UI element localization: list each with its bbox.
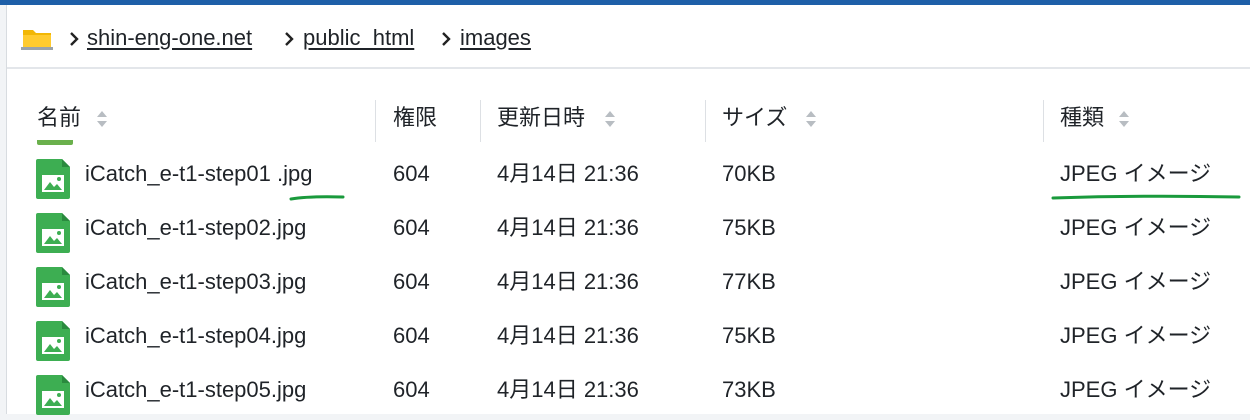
image-file-icon [36,213,70,253]
column-divider[interactable] [1043,100,1044,142]
file-size: 73KB [722,377,776,402]
file-permission: 604 [393,323,430,348]
column-divider[interactable] [480,100,481,142]
annotation-underline-extension [289,195,345,201]
image-file-icon [36,159,70,199]
table-row[interactable]: iCatch_e-t1-step03.jpg 604 4月14日 21:36 7… [7,258,1250,312]
table-row[interactable]: iCatch_e-t1-step04.jpg 604 4月14日 21:36 7… [7,312,1250,366]
file-name[interactable]: iCatch_e-t1-step05.jpg [85,375,306,405]
breadcrumb-item-shin-eng-one[interactable]: shin-eng-one.net [87,24,252,52]
file-permission: 604 [393,377,430,402]
column-header-size[interactable]: サイズ [722,100,787,136]
table-row[interactable]: iCatch_e-t1-step01 .jpg 604 4月14日 21:36 … [7,150,1250,204]
file-permission: 604 [393,215,430,240]
table-row[interactable]: iCatch_e-t1-step02.jpg 604 4月14日 21:36 7… [7,204,1250,258]
file-name[interactable]: iCatch_e-t1-step01 .jpg [85,159,312,189]
folder-icon[interactable] [21,25,53,51]
file-size: 75KB [722,215,776,240]
image-file-icon [36,267,70,307]
sort-icon[interactable] [604,109,616,129]
column-header-modified[interactable]: 更新日時 [497,100,585,136]
file-permission: 604 [393,161,430,186]
breadcrumb-item-images[interactable]: images [460,24,531,52]
column-header-type[interactable]: 種類 [1060,100,1104,136]
file-name[interactable]: iCatch_e-t1-step03.jpg [85,267,306,297]
sort-icon[interactable] [1118,109,1130,129]
file-permission: 604 [393,269,430,294]
file-type: JPEG イメージ [1060,215,1212,240]
column-header-name[interactable]: 名前 [37,100,81,136]
chevron-right-icon [70,32,79,46]
file-type: JPEG イメージ [1060,377,1212,402]
image-file-icon [36,375,70,415]
file-name[interactable]: iCatch_e-t1-step02.jpg [85,213,306,243]
image-file-icon [36,321,70,361]
table-row[interactable]: iCatch_e-t1-step05.jpg 604 4月14日 21:36 7… [7,366,1250,420]
file-modified: 4月14日 21:36 [497,377,639,402]
chevron-right-icon [285,32,294,46]
chevron-right-icon [442,32,451,46]
file-size: 70KB [722,161,776,186]
file-manager-panel: shin-eng-one.net public_html images 名前 権… [6,5,1250,415]
file-size: 77KB [722,269,776,294]
file-name[interactable]: iCatch_e-t1-step04.jpg [85,321,306,351]
column-header-permission[interactable]: 権限 [393,100,437,136]
annotation-underline-type [1051,194,1241,200]
file-modified: 4月14日 21:36 [497,215,639,240]
column-divider[interactable] [375,100,376,142]
file-type: JPEG イメージ [1060,269,1212,294]
table-header: 名前 権限 更新日時 サイズ 種類 [7,100,1250,146]
file-modified: 4月14日 21:36 [497,161,639,186]
file-modified: 4月14日 21:36 [497,269,639,294]
file-type: JPEG イメージ [1060,161,1212,186]
breadcrumb-item-public-html[interactable]: public_html [303,24,414,52]
breadcrumb: shin-eng-one.net public_html images [7,5,1250,69]
sort-icon[interactable] [805,109,817,129]
column-divider[interactable] [705,100,706,142]
scroll-position-marker [37,140,73,145]
file-type: JPEG イメージ [1060,323,1212,348]
file-size: 75KB [722,323,776,348]
file-modified: 4月14日 21:36 [497,323,639,348]
sort-icon[interactable] [96,109,108,129]
